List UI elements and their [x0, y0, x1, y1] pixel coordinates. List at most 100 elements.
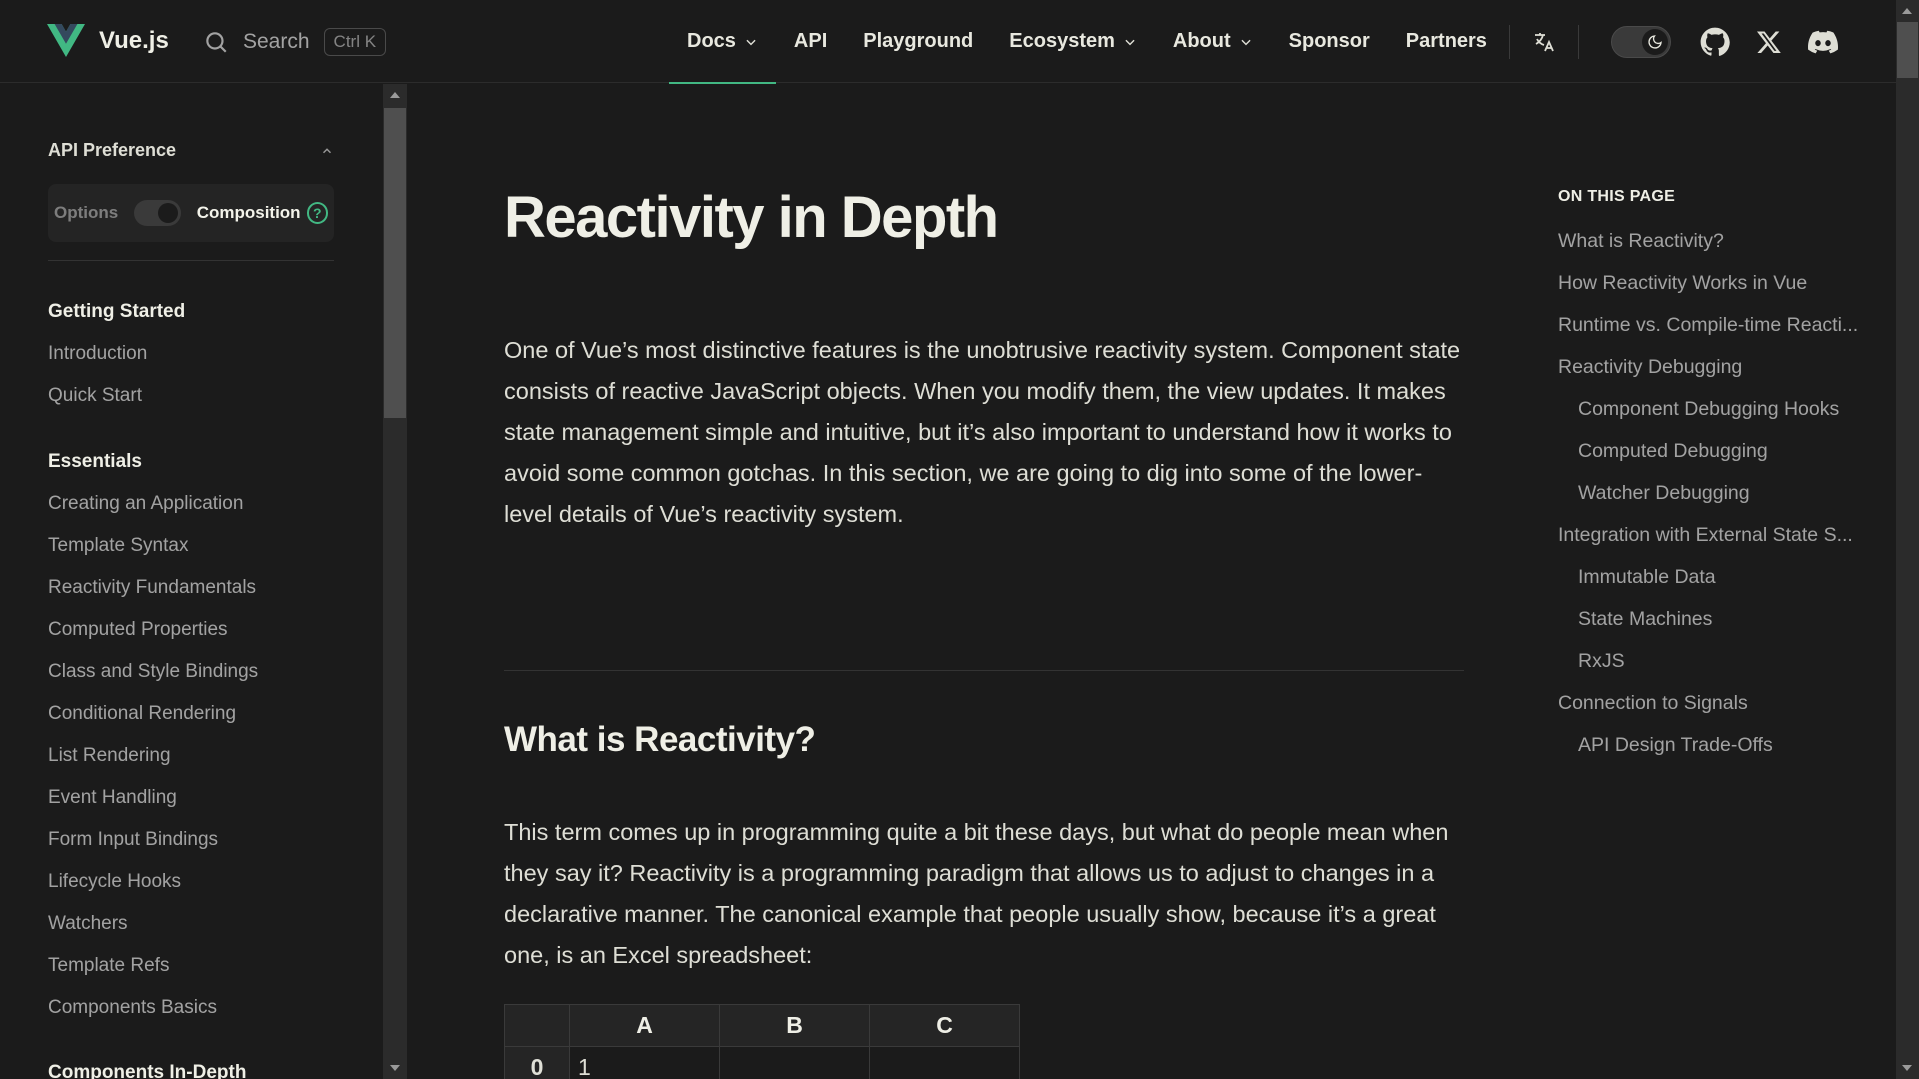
- page-scrollbar[interactable]: [1896, 0, 1919, 1079]
- toc-subitem[interactable]: RxJS: [1578, 650, 1896, 673]
- moon-icon: [1648, 34, 1662, 49]
- sidebar-item-components-basics[interactable]: Components Basics: [48, 997, 217, 1019]
- table-header-cell: [504, 1004, 570, 1047]
- toc-subitem[interactable]: API Design Trade-Offs: [1578, 734, 1896, 757]
- sidebar-item-reactivity-fundamentals[interactable]: Reactivity Fundamentals: [48, 577, 256, 599]
- nav-divider: [1577, 24, 1579, 59]
- sidebar-item-event-handling[interactable]: Event Handling: [48, 787, 177, 809]
- scroll-up-arrow[interactable]: [390, 92, 400, 98]
- page-title: Reactivity in Depth: [504, 185, 999, 250]
- toc-subitem[interactable]: Watcher Debugging: [1578, 482, 1896, 505]
- sidebar-item-quick-start[interactable]: Quick Start: [48, 385, 142, 407]
- scroll-down-arrow[interactable]: [1902, 1065, 1912, 1071]
- menu-docs-label: Docs: [687, 30, 736, 52]
- toc-item[interactable]: What is Reactivity?: [1558, 230, 1896, 253]
- sidebar-item-list-rendering[interactable]: List Rendering: [48, 745, 171, 767]
- search-icon: [206, 31, 227, 53]
- toc-subitem[interactable]: Computed Debugging: [1578, 440, 1896, 463]
- toc-item[interactable]: Runtime vs. Compile-time Reacti...: [1558, 314, 1896, 337]
- table-header-cell: C: [869, 1004, 1020, 1047]
- table-header-cell: A: [569, 1004, 720, 1047]
- menu-sponsor[interactable]: Sponsor: [1271, 0, 1388, 83]
- toggle-knob: [1641, 28, 1668, 55]
- table-cell: 1: [569, 1046, 720, 1079]
- options-api-label[interactable]: Options: [54, 203, 118, 223]
- main-menu: Docs API Playground Ecosystem About Spon…: [669, 0, 1843, 84]
- sidebar-item-form-input-bindings[interactable]: Form Input Bindings: [48, 829, 218, 851]
- scroll-down-arrow[interactable]: [390, 1065, 400, 1071]
- toc-item[interactable]: How Reactivity Works in Vue: [1558, 272, 1896, 295]
- table-row-header: 0: [504, 1046, 570, 1079]
- scrollbar-thumb[interactable]: [384, 108, 406, 418]
- scroll-up-arrow[interactable]: [1902, 8, 1912, 14]
- home-link[interactable]: Vue.js: [47, 24, 169, 57]
- menu-ecosystem-label: Ecosystem: [1009, 30, 1115, 52]
- menu-docs[interactable]: Docs: [669, 0, 776, 84]
- sidebar-divider: [48, 260, 334, 261]
- sidebar-item-conditional-rendering[interactable]: Conditional Rendering: [48, 703, 236, 725]
- search-shortcut: Ctrl K: [323, 27, 387, 56]
- toc-subitem[interactable]: Immutable Data: [1578, 566, 1896, 589]
- dark-mode-toggle[interactable]: [1610, 25, 1671, 58]
- toc-item[interactable]: Connection to Signals: [1558, 692, 1896, 715]
- table-row: 0 1: [504, 1046, 1020, 1079]
- sidebar-section-getting-started: Getting Started: [48, 301, 186, 322]
- discord-link[interactable]: [1803, 22, 1843, 62]
- sidebar-item-template-refs[interactable]: Template Refs: [48, 955, 169, 977]
- toc-subitem[interactable]: Component Debugging Hooks: [1578, 398, 1896, 421]
- menu-about[interactable]: About: [1155, 0, 1271, 83]
- api-preference-title: API Preference: [48, 140, 177, 160]
- api-preference-header[interactable]: API Preference: [48, 140, 334, 161]
- help-icon[interactable]: ?: [306, 202, 328, 224]
- spreadsheet-table: A B C 0 1: [504, 1004, 1020, 1079]
- sidebar-item-class-and-style-bindings[interactable]: Class and Style Bindings: [48, 661, 258, 683]
- x-icon: [1756, 30, 1781, 53]
- chevron-down-icon: [746, 39, 756, 45]
- sidebar-item-introduction[interactable]: Introduction: [48, 343, 147, 365]
- toc-title: ON THIS PAGE: [1558, 188, 1676, 205]
- x-link[interactable]: [1749, 22, 1789, 62]
- chevron-up-icon: [322, 147, 332, 153]
- chevron-down-icon: [1125, 39, 1135, 45]
- menu-partners[interactable]: Partners: [1388, 0, 1505, 83]
- menu-partners-label: Partners: [1405, 30, 1487, 52]
- toc-subitem[interactable]: State Machines: [1578, 608, 1896, 631]
- sidebar-item-template-syntax[interactable]: Template Syntax: [48, 535, 188, 557]
- sidebar-section-essentials: Essentials: [48, 451, 142, 472]
- toc-item[interactable]: Integration with External State S...: [1558, 524, 1896, 547]
- api-style-toggle[interactable]: [134, 200, 181, 226]
- search-button[interactable]: Search Ctrl K: [203, 25, 387, 58]
- intro-paragraph: One of Vue’s most distinctive features i…: [504, 337, 1461, 527]
- translate-icon: [1534, 32, 1554, 51]
- menu-sponsor-label: Sponsor: [1288, 30, 1370, 52]
- menu-ecosystem[interactable]: Ecosystem: [991, 0, 1155, 83]
- github-link[interactable]: [1695, 22, 1735, 62]
- menu-api-label: API: [793, 30, 828, 52]
- composition-api-label[interactable]: Composition: [197, 203, 301, 223]
- api-preference-switch: Options Composition ?: [48, 184, 334, 242]
- sidebar-section-components-in-depth: Components In-Depth: [48, 1062, 247, 1079]
- menu-api[interactable]: API: [776, 0, 845, 83]
- section-divider: [504, 670, 1464, 671]
- menu-playground-label: Playground: [863, 30, 974, 52]
- table-cell: [719, 1046, 870, 1079]
- toc-item[interactable]: Reactivity Debugging: [1558, 356, 1896, 379]
- section-paragraph: This term comes up in programming quite …: [504, 819, 1449, 968]
- sidebar: API Preference Options Composition ? Get…: [0, 84, 408, 1079]
- menu-about-label: About: [1172, 30, 1231, 52]
- scrollbar-thumb[interactable]: [1897, 22, 1918, 78]
- nav-divider: [1508, 24, 1510, 59]
- top-navbar: Vue.js Search Ctrl K Docs API Playground…: [0, 0, 1896, 84]
- vue-logo-icon: [47, 24, 85, 57]
- sidebar-item-watchers[interactable]: Watchers: [48, 913, 128, 935]
- table-header-cell: B: [719, 1004, 870, 1047]
- github-icon: [1700, 27, 1730, 56]
- sidebar-item-computed-properties[interactable]: Computed Properties: [48, 619, 228, 641]
- sidebar-scrollbar[interactable]: [383, 84, 407, 1079]
- language-button[interactable]: [1524, 22, 1564, 62]
- menu-playground[interactable]: Playground: [845, 0, 991, 83]
- table-header-row: A B C: [504, 1004, 1020, 1047]
- sidebar-item-lifecycle-hooks[interactable]: Lifecycle Hooks: [48, 871, 181, 893]
- section-heading: What is Reactivity?: [504, 720, 816, 759]
- sidebar-item-creating-an-application[interactable]: Creating an Application: [48, 493, 243, 515]
